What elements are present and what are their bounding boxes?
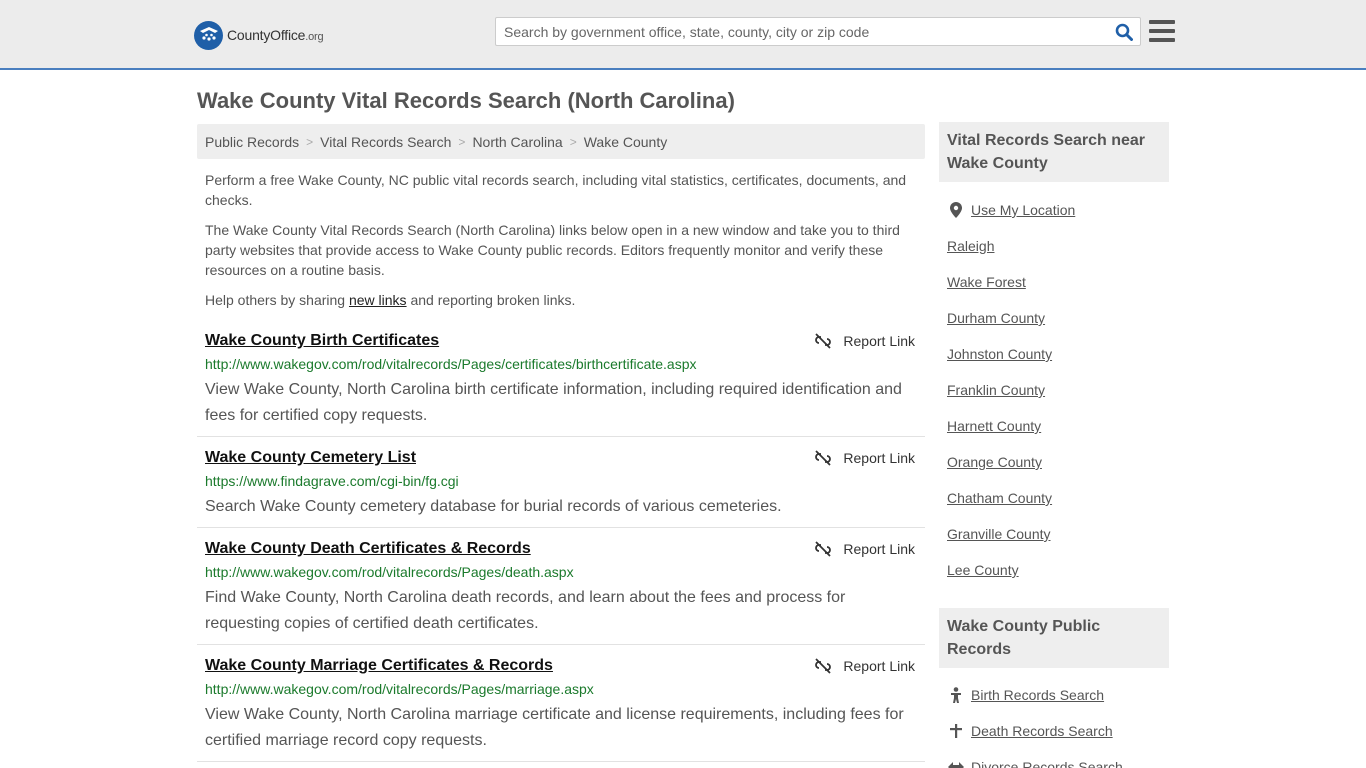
breadcrumb-public-records[interactable]: Public Records	[205, 134, 299, 150]
broken-link-icon	[815, 450, 832, 466]
top-bar: CountyOffice.org	[0, 0, 1366, 70]
near-link-granville-county[interactable]: Granville County	[947, 525, 1051, 543]
logo-suffix-text: .org	[305, 31, 324, 43]
broken-link-icon	[815, 541, 832, 557]
cross-icon	[948, 723, 964, 739]
new-links-link[interactable]: new links	[349, 292, 407, 308]
near-link-lee-county[interactable]: Lee County	[947, 561, 1019, 579]
record-url[interactable]: https://www.findagrave.com/cgi-bin/fg.cg…	[205, 473, 459, 489]
report-link-label: Report Link	[843, 450, 915, 466]
report-link-button[interactable]: Report Link	[815, 540, 915, 558]
logo-text: CountyOffice.org	[227, 27, 324, 43]
site-logo[interactable]: CountyOffice.org	[194, 20, 324, 50]
search-button[interactable]	[1108, 18, 1140, 45]
divorce-records-search-link[interactable]: Divorce Records Search	[971, 758, 1123, 768]
breadcrumb: Public Records > Vital Records Search > …	[197, 124, 925, 159]
search-input[interactable]	[496, 18, 1108, 45]
near-link-harnett-county[interactable]: Harnett County	[947, 417, 1041, 435]
record-description: View Wake County, North Carolina birth c…	[205, 381, 902, 424]
breadcrumb-separator: >	[458, 134, 466, 149]
record-title-link[interactable]: Wake County Death Certificates & Records	[205, 539, 531, 559]
record-description: Find Wake County, North Carolina death r…	[205, 589, 846, 632]
near-link-raleigh[interactable]: Raleigh	[947, 237, 994, 255]
record-item: Wake County Birth Certificates Report Li…	[197, 331, 925, 437]
report-link-button[interactable]: Report Link	[815, 449, 915, 467]
near-link-durham-county[interactable]: Durham County	[947, 309, 1045, 327]
breadcrumb-separator: >	[569, 134, 577, 149]
location-pin-icon	[948, 202, 964, 218]
report-link-button[interactable]: Report Link	[815, 332, 915, 350]
menu-bar	[1149, 29, 1175, 33]
record-item: Wake County Marriage Certificates & Reco…	[197, 656, 925, 762]
report-link-label: Report Link	[843, 541, 915, 557]
use-my-location-link[interactable]: Use My Location	[971, 201, 1075, 219]
share-text: Help others by sharing	[205, 292, 349, 308]
record-item: Wake County Cemetery List Report Link ht…	[197, 448, 925, 528]
search-bar	[495, 17, 1141, 46]
breadcrumb-wake-county[interactable]: Wake County	[584, 134, 668, 150]
sidebar-public-records-heading: Wake County Public Records	[939, 608, 1169, 668]
logo-emblem-icon	[194, 20, 223, 50]
record-title-link[interactable]: Wake County Cemetery List	[205, 448, 416, 468]
intro-paragraph: Perform a free Wake County, NC public vi…	[205, 172, 907, 208]
record-url[interactable]: http://www.wakegov.com/rod/vitalrecords/…	[205, 564, 574, 580]
page-title: Wake County Vital Records Search (North …	[197, 88, 735, 113]
hamburger-menu-icon[interactable]	[1149, 18, 1175, 44]
breadcrumb-north-carolina[interactable]: North Carolina	[472, 134, 562, 150]
logo-main-text: CountyOffice	[227, 27, 306, 43]
share-text-after: and reporting broken links.	[406, 292, 576, 308]
record-description: Search Wake County cemetery database for…	[205, 498, 782, 515]
report-link-label: Report Link	[843, 658, 915, 674]
record-title-link[interactable]: Wake County Birth Certificates	[205, 331, 439, 351]
breadcrumb-separator: >	[306, 134, 314, 149]
intro-share-paragraph: Help others by sharing new links and rep…	[205, 290, 917, 310]
arrows-icon	[948, 759, 964, 768]
baby-icon	[948, 687, 964, 703]
birth-records-search-link[interactable]: Birth Records Search	[971, 686, 1104, 704]
menu-bar	[1149, 20, 1175, 24]
sidebar-near-heading: Vital Records Search near Wake County	[939, 122, 1169, 182]
search-icon	[1115, 23, 1133, 41]
report-link-label: Report Link	[843, 333, 915, 349]
breadcrumb-vital-records-search[interactable]: Vital Records Search	[320, 134, 451, 150]
near-link-orange-county[interactable]: Orange County	[947, 453, 1042, 471]
record-url[interactable]: http://www.wakegov.com/rod/vitalrecords/…	[205, 681, 594, 697]
record-title-link[interactable]: Wake County Marriage Certificates & Reco…	[205, 656, 553, 676]
intro-paragraph: The Wake County Vital Records Search (No…	[205, 222, 900, 278]
broken-link-icon	[815, 333, 832, 349]
record-description: View Wake County, North Carolina marriag…	[205, 706, 904, 749]
report-link-button[interactable]: Report Link	[815, 657, 915, 675]
near-link-franklin-county[interactable]: Franklin County	[947, 381, 1045, 399]
menu-bar	[1149, 38, 1175, 42]
near-link-wake-forest[interactable]: Wake Forest	[947, 273, 1026, 291]
death-records-search-link[interactable]: Death Records Search	[971, 722, 1113, 740]
broken-link-icon	[815, 658, 832, 674]
near-link-johnston-county[interactable]: Johnston County	[947, 345, 1052, 363]
record-url[interactable]: http://www.wakegov.com/rod/vitalrecords/…	[205, 356, 697, 372]
near-link-chatham-county[interactable]: Chatham County	[947, 489, 1052, 507]
record-item: Wake County Death Certificates & Records…	[197, 539, 925, 645]
